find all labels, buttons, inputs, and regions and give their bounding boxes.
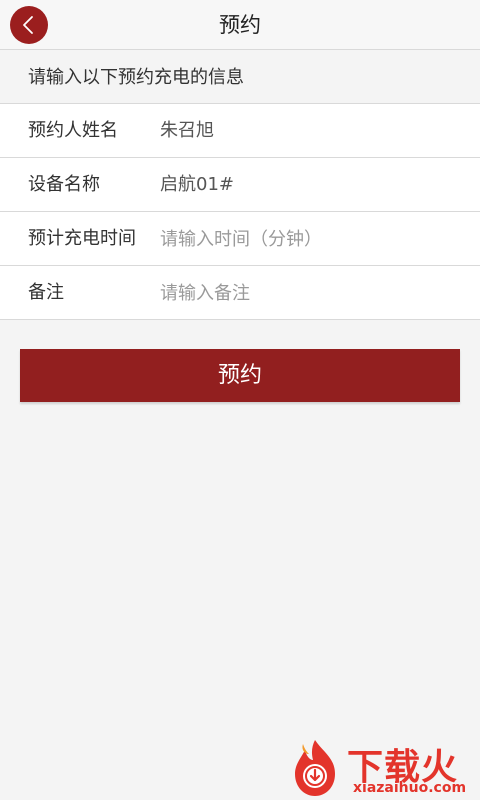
app-header: 预约 <box>0 0 480 50</box>
chevron-left-icon <box>23 16 33 34</box>
name-label: 预约人姓名 <box>28 120 118 141</box>
watermark: 下载火 xiazaihuo.com <box>283 736 480 800</box>
charge-time-input[interactable] <box>160 212 460 266</box>
reservation-form: 预约人姓名 朱召旭 设备名称 启航01# 预计充电时间 备注 <box>0 104 480 320</box>
device-label: 设备名称 <box>28 174 100 195</box>
name-row: 预约人姓名 朱召旭 <box>0 104 480 158</box>
charge-time-row: 预计充电时间 <box>0 212 480 266</box>
back-button[interactable] <box>10 6 48 44</box>
remark-input[interactable] <box>160 266 460 320</box>
remark-row: 备注 <box>0 266 480 320</box>
charge-time-label: 预计充电时间 <box>28 228 136 249</box>
device-row: 设备名称 启航01# <box>0 158 480 212</box>
device-value: 启航01# <box>160 174 234 195</box>
remark-label: 备注 <box>28 282 64 303</box>
name-value: 朱召旭 <box>160 120 214 141</box>
watermark-url: xiazaihuo.com <box>353 780 467 796</box>
form-hint: 请输入以下预约充电的信息 <box>0 51 480 104</box>
reserve-button[interactable]: 预约 <box>20 349 460 402</box>
flame-logo-icon <box>295 740 335 796</box>
page-title: 预约 <box>219 13 261 37</box>
